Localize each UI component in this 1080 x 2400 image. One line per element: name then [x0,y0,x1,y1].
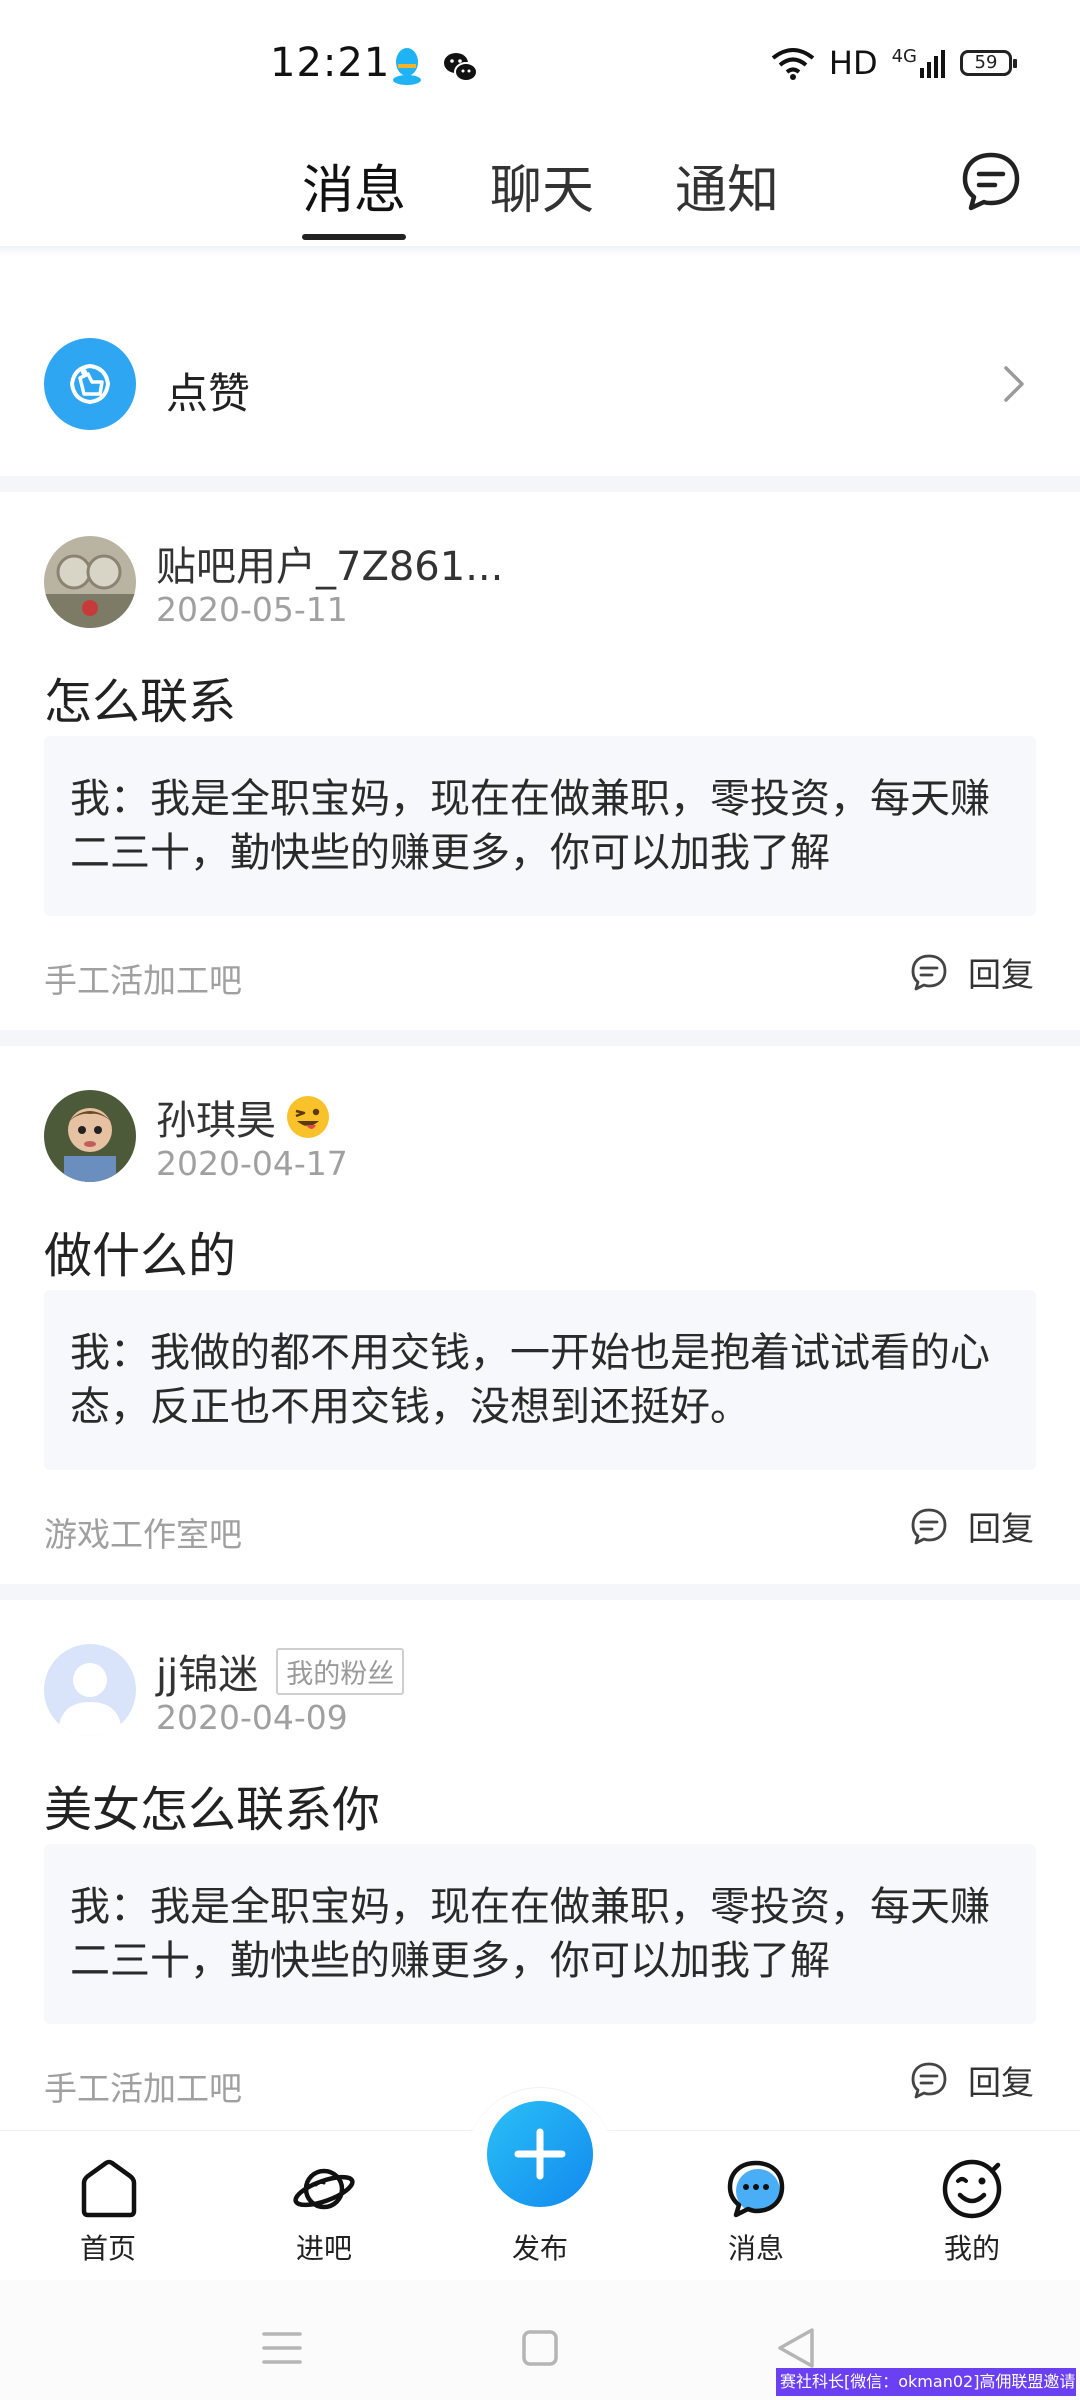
top-tab-bar: 消息 聊天 通知 [0,130,1080,246]
thumbs-up-icon [44,338,136,430]
nav-messages[interactable]: 消息 [696,2157,816,2267]
signal-icon [920,50,945,78]
likes-row[interactable]: 点赞 [0,256,1080,476]
section-divider [0,476,1080,492]
chevron-right-icon [1004,366,1024,402]
battery-icon: 59 [960,50,1017,76]
active-tab-indicator [302,234,406,240]
reply-label: 回复 [968,955,1034,994]
forum-name[interactable]: 游戏工作室吧 [44,1508,242,1556]
quoted-original-post[interactable]: 我：我是全职宝妈，现在在做兼职，零投资，每天赚二三十，勤快些的赚更多，你可以加我… [44,736,1036,916]
reply-card[interactable]: 孙琪昊 2020-04-17 做什么的 我：我做的都不用交钱，一开始也是抱着试试… [0,1046,1080,1584]
reply-button[interactable]: 回复 [910,948,1034,996]
reply-label: 回复 [968,1509,1034,1548]
wifi-icon [771,48,815,80]
bottom-nav: 首页 进吧 发布 消息 我的 [0,2087,1080,2280]
avatar[interactable] [44,1644,136,1736]
home-square-icon[interactable] [522,2330,558,2366]
post-date: 2020-05-11 [156,590,348,629]
quoted-original-post[interactable]: 我：我做的都不用交钱，一开始也是抱着试试看的心态，反正也不用交钱，没想到还挺好。 [44,1290,1036,1470]
plus-icon [514,2128,566,2180]
reply-card[interactable]: 贴吧用户_7Z861... 2020-05-11 怎么联系 我：我是全职宝妈，现… [0,492,1080,1030]
back-triangle-icon[interactable] [776,2326,816,2370]
planet-icon [293,2168,355,2210]
section-divider [0,1030,1080,1046]
profile-face-icon [942,2159,1002,2219]
tab-notifications[interactable]: 通知 [675,148,779,223]
reply-bubble-icon [911,1508,947,1545]
reply-card[interactable]: jj锦迷 我的粉丝 2020-04-09 美女怎么联系你 我：我是全职宝妈，现在… [0,1600,1080,2130]
status-indicators: HD 4G 59 [771,44,1017,82]
qq-icon [393,48,421,85]
username[interactable]: jj锦迷 我的粉丝 [156,1642,405,1700]
quoted-original-post[interactable]: 我：我是全职宝妈，现在在做兼职，零投资，每天赚二三十，勤快些的赚更多，你可以加我… [44,1844,1036,2024]
nav-enter-forum[interactable]: 进吧 [264,2157,384,2267]
publish-label: 发布 [511,2232,568,2265]
username[interactable]: 贴吧用户_7Z861... [156,534,503,592]
comment-text: 怎么联系 [44,674,237,730]
wechat-icon [444,53,478,82]
comment-text: 美女怎么联系你 [44,1782,381,1838]
forum-name[interactable]: 手工活加工吧 [44,954,242,1002]
network-gen-label: 4G [892,48,946,78]
reply-bubble-icon [911,954,947,991]
likes-label: 点赞 [166,369,251,418]
section-divider [0,1584,1080,1600]
home-icon [81,2159,137,2218]
reply-button[interactable]: 回复 [910,2056,1034,2104]
status-bar: 12:21 HD 4G 59 [0,0,1080,130]
watermark-banner: 赛社科长[微信：okman02]高佣联盟邀请码555666 [776,2368,1076,2396]
post-date: 2020-04-17 [156,1144,348,1183]
fan-badge: 我的粉丝 [276,1647,405,1695]
avatar[interactable] [44,536,136,628]
network-quality-label: HD [828,44,878,82]
comment-text: 做什么的 [44,1228,237,1284]
tab-messages[interactable]: 消息 [302,148,406,223]
reply-button[interactable]: 回复 [910,1502,1034,1550]
username[interactable]: 孙琪昊 [156,1088,332,1146]
reply-bubble-icon [911,2062,947,2099]
reply-label: 回复 [968,2063,1034,2102]
nav-home[interactable]: 首页 [48,2157,168,2267]
tab-chat[interactable]: 聊天 [490,148,594,223]
status-time: 12:21 [270,40,391,86]
menu-icon[interactable] [262,2330,302,2366]
chat-bubble-icon[interactable] [960,150,1022,212]
winking-tongue-emoji-icon [287,1096,329,1138]
publish-button[interactable] [487,2101,593,2207]
nav-profile[interactable]: 我的 [912,2157,1032,2267]
header-shadow [0,246,1080,256]
avatar[interactable] [44,1090,136,1182]
message-icon [727,2160,785,2218]
post-date: 2020-04-09 [156,1698,348,1737]
forum-name[interactable]: 手工活加工吧 [44,2062,242,2110]
